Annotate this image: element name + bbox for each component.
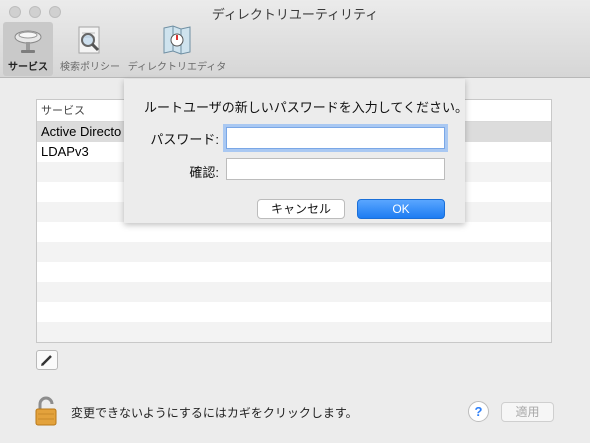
table-row-empty [37, 242, 551, 262]
toolbar-search-policy[interactable]: 検索ポリシー [56, 22, 124, 76]
confirm-label: 確認: [189, 165, 219, 180]
confirm-password-field[interactable] [226, 158, 445, 180]
toolbar-directory-editor[interactable]: ディレクトリエディタ [126, 22, 228, 76]
services-satellite-icon [14, 30, 42, 53]
toolbar-services[interactable]: サービス [3, 22, 53, 76]
apply-button[interactable]: 適用 [501, 402, 554, 422]
table-row-empty [37, 282, 551, 302]
directory-editor-map-icon [163, 25, 191, 55]
sheet-message: ルートユーザの新しいパスワードを入力してください。 [144, 100, 468, 115]
ok-button[interactable]: OK [357, 199, 445, 219]
password-sheet: ルートユーザの新しいパスワードを入力してください。 パスワード: 確認: キャン… [124, 79, 468, 223]
help-button[interactable]: ? [468, 401, 489, 422]
pencil-icon [41, 355, 52, 366]
table-row-empty [37, 222, 551, 242]
toolbar-search-policy-label: 検索ポリシー [60, 62, 120, 73]
toolbar-services-label: サービス [8, 62, 48, 73]
window-toolbar: ディレクトリユーティリティ サービス 検索ポリシー ディレクトリエディタ [0, 0, 590, 78]
table-row-empty [37, 302, 551, 322]
edit-button[interactable] [36, 350, 58, 370]
window-title: ディレクトリユーティリティ [211, 7, 379, 22]
lock-icon[interactable] [34, 396, 58, 426]
search-policy-icon [78, 26, 100, 54]
lock-instruction-text: 変更できないようにするにはカギをクリックします。 [71, 406, 358, 420]
cancel-button[interactable]: キャンセル [257, 199, 345, 219]
password-label: パスワード: [150, 132, 219, 147]
password-field[interactable] [226, 127, 445, 149]
table-row-empty [37, 262, 551, 282]
table-row-empty [37, 322, 551, 342]
toolbar-directory-editor-label: ディレクトリエディタ [127, 62, 227, 73]
